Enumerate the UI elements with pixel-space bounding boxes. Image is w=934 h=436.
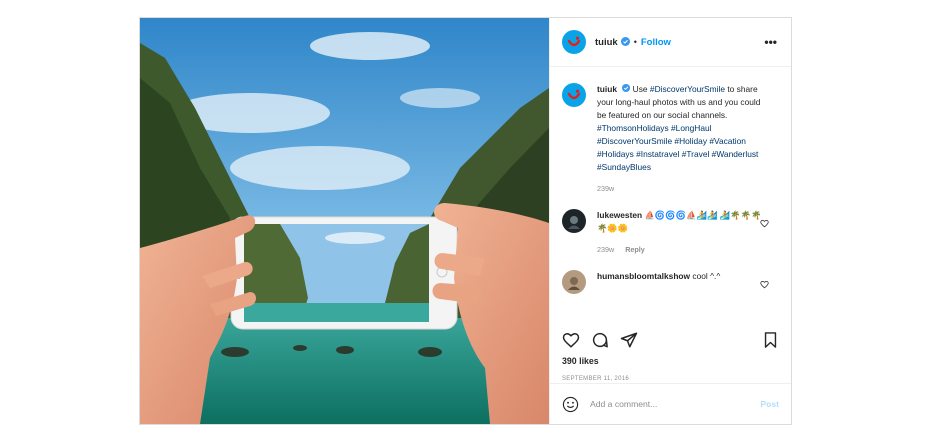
comment-age[interactable]: 239w (597, 245, 614, 254)
comment-meta: 239w Reply (597, 243, 767, 256)
caption-meta: 239w (597, 182, 767, 195)
action-bar (550, 331, 791, 349)
caption-hashtags[interactable]: #ThomsonHolidays #LongHaul #DiscoverYour… (597, 122, 767, 174)
post-photo[interactable] (140, 18, 549, 424)
heart-icon[interactable] (760, 215, 769, 233)
more-options-icon[interactable]: ••• (764, 35, 777, 49)
comments-list[interactable]: tuiuk Use #DiscoverYourSmile to share yo… (550, 67, 791, 305)
caption: tuiuk Use #DiscoverYourSmile to share yo… (550, 67, 791, 195)
comment-bubble-icon[interactable] (591, 331, 609, 349)
comment-username[interactable]: lukewesten (597, 210, 642, 220)
comment-item: lukewesten ⛵🌀🌀🌀⛵🏄🏄 🏄🌴🌴🌴🌴🌼🌼 239w Reply (550, 195, 791, 256)
post-sidebar: tuiuk • Follow ••• tuiuk Use #DiscoverYo… (549, 18, 791, 424)
avatar[interactable] (562, 270, 586, 294)
comment-username[interactable]: humansbloomtalkshow (597, 271, 690, 281)
comment-body: humansbloomtalkshow cool ^.^ (597, 270, 767, 294)
follow-button[interactable]: Follow (641, 37, 671, 48)
caption-age[interactable]: 239w (597, 184, 614, 193)
instagram-post: tuiuk • Follow ••• tuiuk Use #DiscoverYo… (139, 17, 792, 425)
verified-badge-icon (622, 83, 631, 96)
separator-dot: • (633, 37, 637, 47)
header-username[interactable]: tuiuk (595, 37, 618, 48)
comment-item: humansbloomtalkshow cool ^.^ (550, 256, 791, 294)
verified-badge-icon (620, 33, 630, 51)
paper-plane-icon[interactable] (620, 331, 638, 349)
smiley-icon[interactable] (562, 396, 579, 413)
heart-icon[interactable] (562, 331, 580, 349)
reply-button[interactable]: Reply (625, 245, 645, 254)
post-header: tuiuk • Follow ••• (550, 18, 791, 67)
post-date[interactable]: SEPTEMBER 11, 2016 (562, 376, 629, 382)
caption-hashtag-link[interactable]: #DiscoverYourSmile (650, 84, 725, 94)
comment-text: cool ^.^ (692, 271, 721, 281)
caption-text-before: Use (632, 84, 648, 94)
comment-body: lukewesten ⛵🌀🌀🌀⛵🏄🏄 🏄🌴🌴🌴🌴🌼🌼 239w Reply (597, 209, 767, 256)
caption-body: tuiuk Use #DiscoverYourSmile to share yo… (597, 83, 767, 195)
avatar[interactable] (562, 209, 586, 233)
lagoon-phone-photo (140, 18, 549, 424)
add-comment-bar: Post (550, 383, 791, 424)
caption-username[interactable]: tuiuk (597, 84, 617, 94)
heart-icon[interactable] (760, 276, 769, 294)
post-comment-button[interactable]: Post (760, 399, 779, 409)
add-comment-input[interactable] (588, 398, 761, 410)
tui-smile-logo[interactable] (562, 30, 586, 54)
bookmark-icon[interactable] (762, 331, 779, 349)
tui-smile-logo[interactable] (562, 83, 586, 107)
likes-count[interactable]: 390 likes (562, 356, 599, 366)
